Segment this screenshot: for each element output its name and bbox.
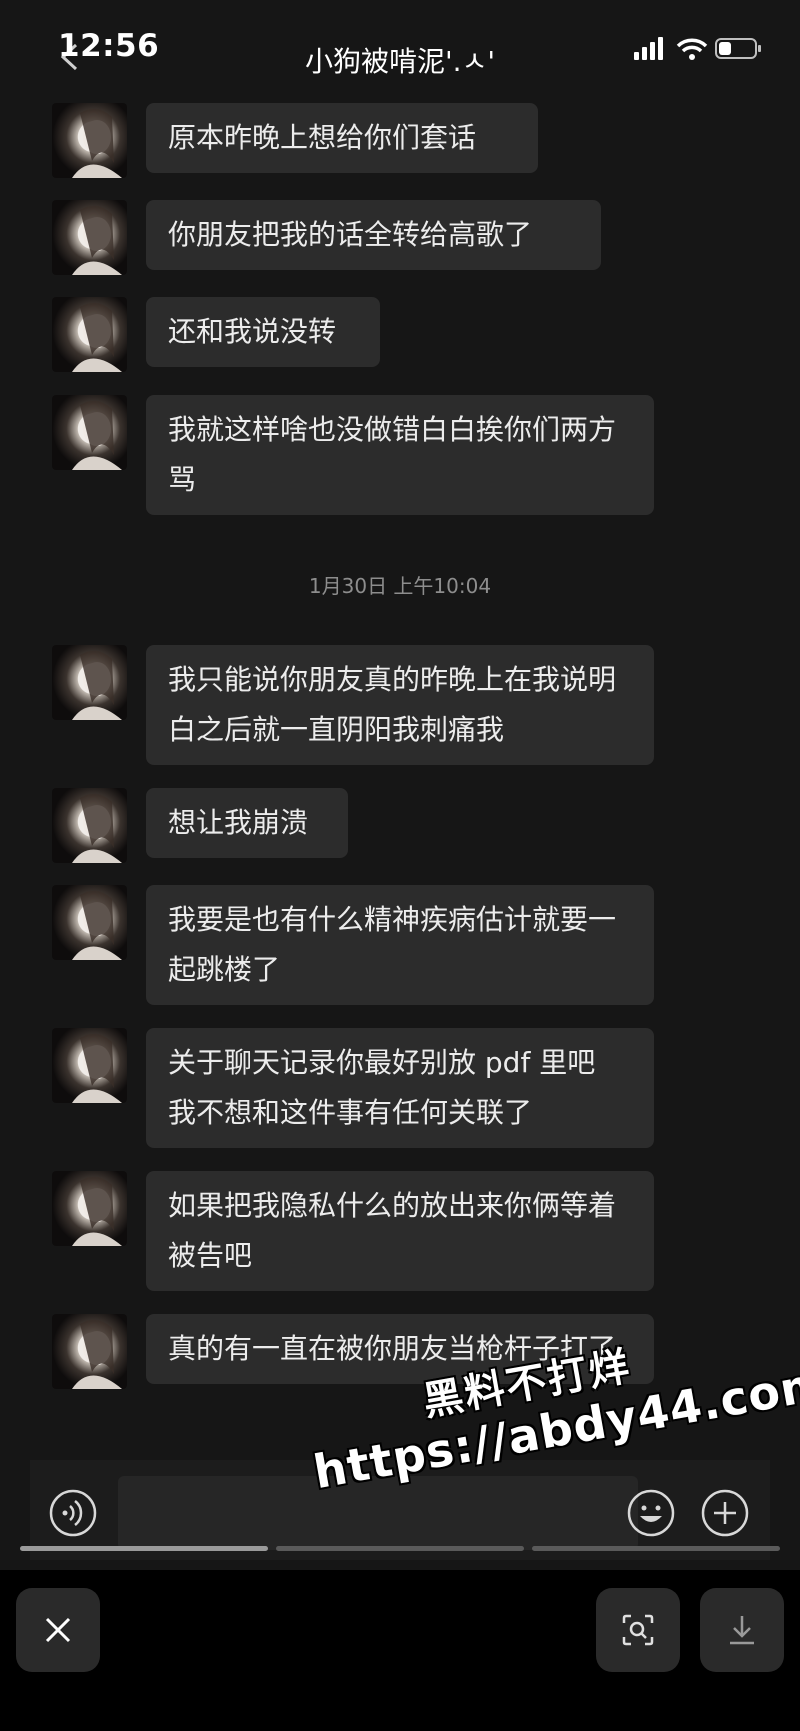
avatar[interactable] xyxy=(52,297,127,372)
status-time: 12:56 xyxy=(58,28,160,64)
message-bubble[interactable]: 我要是也有什么精神疾病估计就要一起跳楼了 xyxy=(146,885,654,1005)
emoji-icon[interactable] xyxy=(626,1488,676,1538)
viewer-toolbar xyxy=(0,1570,800,1731)
add-icon[interactable] xyxy=(700,1488,750,1538)
message-bubble[interactable]: 想让我崩溃 xyxy=(146,788,348,858)
message-bubble[interactable]: 如果把我隐私什么的放出来你俩等着被告吧 xyxy=(146,1171,654,1291)
page-indicator-active xyxy=(20,1546,268,1551)
close-icon xyxy=(45,1617,71,1643)
page-indicator xyxy=(532,1546,780,1551)
scan-button[interactable] xyxy=(596,1588,680,1672)
status-bar: 12:56 小狗被啃泥'.ㅅ' xyxy=(0,0,800,100)
avatar[interactable] xyxy=(52,200,127,275)
avatar[interactable] xyxy=(52,788,127,863)
status-icons xyxy=(634,34,764,62)
message-bubble[interactable]: 我就这样啥也没做错白白挨你们两方骂 xyxy=(146,395,654,515)
chat-title: 小狗被啃泥'.ㅅ' xyxy=(304,45,496,78)
message-bubble[interactable]: 还和我说没转 xyxy=(146,297,380,367)
avatar[interactable] xyxy=(52,395,127,470)
wifi-icon xyxy=(676,38,708,60)
chat-timestamp: 1月30日 上午10:04 xyxy=(308,574,492,598)
download-icon xyxy=(730,1616,754,1645)
avatar[interactable] xyxy=(52,103,127,178)
chat-screen: 12:56 小狗被啃泥'.ㅅ' 原本昨晚上想给你们套话 你朋友把我的话全转给高歌… xyxy=(0,0,800,1570)
avatar[interactable] xyxy=(52,645,127,720)
message-bubble[interactable]: 关于聊天记录你最好别放 pdf 里吧 我不想和这件事有任何关联了 xyxy=(146,1028,654,1148)
signal-icon xyxy=(634,37,663,60)
battery-icon xyxy=(715,38,761,59)
avatar[interactable] xyxy=(52,1028,127,1103)
download-button[interactable] xyxy=(700,1588,784,1672)
page-indicator xyxy=(276,1546,524,1551)
message-bubble[interactable]: 原本昨晚上想给你们套话 xyxy=(146,103,538,173)
avatar[interactable] xyxy=(52,1171,127,1246)
avatar[interactable] xyxy=(52,1314,127,1389)
page-indicators xyxy=(20,1546,780,1552)
message-bubble[interactable]: 我只能说你朋友真的昨晚上在我说明白之后就一直阴阳我刺痛我 xyxy=(146,645,654,765)
message-bubble[interactable]: 你朋友把我的话全转给高歌了 xyxy=(146,200,601,270)
avatar[interactable] xyxy=(52,885,127,960)
scan-icon xyxy=(622,1614,654,1646)
voice-icon[interactable] xyxy=(48,1488,98,1538)
close-button[interactable] xyxy=(16,1588,100,1672)
